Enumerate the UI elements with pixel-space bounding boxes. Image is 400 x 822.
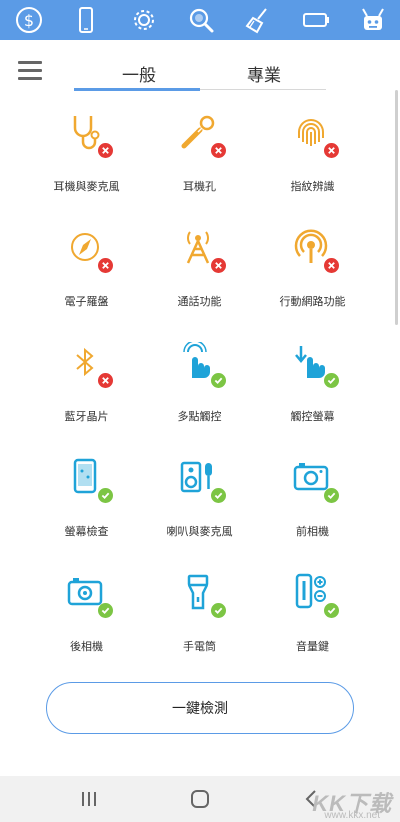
- test-item-label: 電子羅盤: [64, 296, 109, 308]
- broom-icon[interactable]: [243, 5, 273, 35]
- active-tab-indicator: [74, 88, 200, 91]
- tab-professional[interactable]: 專業: [247, 61, 281, 86]
- test-item-label: 後相機: [70, 641, 103, 653]
- hamburger-menu-icon[interactable]: [18, 61, 42, 81]
- fail-badge-icon: [323, 258, 339, 273]
- test-item-label: 音量鍵: [296, 641, 329, 653]
- svg-text:$: $: [24, 11, 34, 30]
- test-item-touchscreen[interactable]: 觸控螢幕: [246, 338, 379, 454]
- robot-icon[interactable]: [358, 5, 388, 35]
- test-item-fingerprint[interactable]: 指紋辨識: [246, 108, 379, 224]
- battery-icon[interactable]: [301, 5, 331, 35]
- test-item-label: 通話功能: [177, 296, 222, 308]
- home-icon[interactable]: [189, 788, 211, 810]
- pass-badge-icon: [323, 373, 339, 388]
- fail-badge-icon: [323, 143, 339, 158]
- test-item-label: 耳機與麥克風: [53, 181, 120, 193]
- test-item-label: 手電筒: [183, 641, 216, 653]
- test-item-label: 行動網路功能: [279, 296, 346, 308]
- gear-icon[interactable]: [129, 5, 159, 35]
- tab-general[interactable]: 一般: [122, 61, 156, 86]
- pass-badge-icon: [323, 603, 339, 618]
- recent-apps-icon[interactable]: [78, 788, 100, 810]
- test-item-label: 指紋辨識: [290, 181, 335, 193]
- test-item-label: 藍牙晶片: [64, 411, 109, 423]
- test-item-label: 前相機: [296, 526, 329, 538]
- fail-badge-icon: [97, 143, 113, 158]
- test-item-label: 螢幕檢查: [64, 526, 109, 538]
- search-icon[interactable]: [186, 5, 216, 35]
- tab-bar: 一般 專業: [0, 55, 400, 95]
- phone-icon[interactable]: [71, 5, 101, 35]
- watermark-url: www.kkx.net: [324, 810, 380, 821]
- fail-badge-icon: [97, 258, 113, 273]
- dollar-icon[interactable]: $: [14, 5, 44, 35]
- test-item-mobile-network[interactable]: 行動網路功能: [246, 223, 379, 339]
- scrollbar[interactable]: [395, 90, 398, 325]
- pass-badge-icon: [97, 488, 113, 503]
- pass-badge-icon: [210, 488, 226, 503]
- pass-badge-icon: [97, 603, 113, 618]
- pass-badge-icon: [210, 373, 226, 388]
- one-click-test-button[interactable]: 一鍵檢測: [46, 682, 354, 734]
- pass-badge-icon: [210, 603, 226, 618]
- test-item-front-camera[interactable]: 前相機: [246, 453, 379, 569]
- test-item-label: 喇叭與麥克風: [166, 526, 233, 538]
- test-item-label: 觸控螢幕: [290, 411, 335, 423]
- pass-badge-icon: [323, 488, 339, 503]
- test-item-label: 多點觸控: [177, 411, 222, 423]
- fail-badge-icon: [210, 258, 226, 273]
- fail-badge-icon: [97, 373, 113, 388]
- fail-badge-icon: [210, 143, 226, 158]
- test-item-label: 耳機孔: [183, 181, 216, 193]
- test-item-volume-keys[interactable]: 音量鍵: [246, 568, 379, 684]
- top-toolbar: $: [0, 0, 400, 40]
